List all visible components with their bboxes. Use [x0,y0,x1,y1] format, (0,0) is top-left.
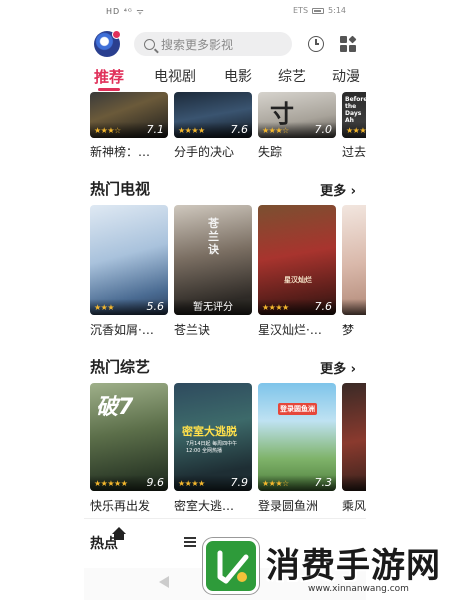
poster-image [342,205,366,315]
poster-image: 破7 ★★★★★ 9.6 [90,383,168,491]
watermark-url: www.xinnanwang.com [308,584,409,594]
poster-air-time: 7月14日起 每周四中午12:00 全网热播 [186,441,238,454]
poster-image: 寸 ★★★☆ 7.0 [258,92,336,138]
site-watermark: 消费手游网 www.xinnanwang.com [200,532,450,600]
tab-tv[interactable]: 电视剧 [154,66,196,86]
tab-anime[interactable]: 动漫 [332,66,360,86]
card-title: 新神榜：… [90,145,151,159]
app-logo-icon[interactable] [94,30,121,57]
card-title: 密室大逃… [174,499,235,513]
history-icon[interactable] [308,36,324,52]
rating-stars: ★★★★★ [94,479,128,488]
no-rating-text: 暂无评分 [193,302,233,313]
rating-score: 7.9 [230,476,249,489]
list-icon[interactable] [184,537,196,547]
app-header: 搜索更多影视 [84,28,366,60]
apps-grid-icon[interactable] [340,35,357,52]
logo-badge [112,30,121,39]
rating-score: 7.0 [314,123,333,136]
rating-score: 7.1 [146,123,165,136]
card-title: 登录圆鱼洲 [258,499,319,513]
tab-variety[interactable]: 综艺 [278,66,306,86]
poster-title-art: 密室大逃脱 [182,425,237,438]
carrier-text: ETS [293,6,309,15]
status-bar: HD ⁴ᴳ ᯤ ETS 5:14 [84,0,366,22]
poster-title-art: 星汉灿烂 [284,276,312,284]
section-title-hot-variety: 热门综艺 [90,358,151,376]
status-right: ETS 5:14 [293,6,346,15]
more-link-hot-tv[interactable]: 更多 › [320,180,356,199]
category-tabs: 推荐 电视剧 电影 综艺 动漫 [84,64,366,92]
signal-indicators: HD ⁴ᴳ ᯤ [106,7,145,16]
rating-score: 7.3 [314,476,333,489]
rating-stars: ★★★☆ [262,479,289,488]
poster-image: 登录圆鱼洲 ★★★☆ 7.3 [258,383,336,491]
poster-title-art: Before the Days Ah [345,96,366,124]
poster-title-art: 破7 [96,395,134,420]
search-placeholder: 搜索更多影视 [161,37,234,52]
poster-image: ★★★★ 7.6 [174,92,252,138]
tab-recommend[interactable]: 推荐 [94,66,124,87]
tab-movie[interactable]: 电影 [224,66,252,86]
poster-image: ★★★☆ 7.1 [90,92,168,138]
rating-score: 9.6 [146,476,165,489]
poster-title-art: 苍兰诀 [208,217,219,256]
controller-logo-icon [203,538,259,594]
back-icon[interactable] [159,576,169,588]
card-title: 失踪 [258,145,283,159]
search-icon [144,38,155,50]
card-title: 星汉灿烂·… [258,323,322,337]
rating-stars: ★★★ [94,303,115,312]
card-title: 乘风 [342,499,366,513]
more-link-hot-variety[interactable]: 更多 › [320,358,356,377]
rating-stars: ★★★★ [178,479,205,488]
poster-title-art: 登录圆鱼洲 [278,403,317,415]
poster-image [342,383,366,491]
rating-score: 7.6 [230,123,249,136]
poster-image: 密室大逃脱 7月14日起 每周四中午12:00 全网热播 ★★★★ 7.9 [174,383,252,491]
poster-image: Before the Days Ah ★★★ [342,92,366,138]
battery-icon [312,7,325,14]
rating-stars: ★★★☆ [94,126,121,135]
active-tab-indicator [98,88,120,91]
rating-score: 7.6 [314,300,333,313]
card-title: 分手的决心 [174,145,235,159]
card-title: 过去 [342,145,366,159]
chevron-right-icon: › [346,184,356,199]
card-title: 快乐再出发 [90,499,151,513]
watermark-text: 消费手游网 [266,546,441,586]
phone-screen: HD ⁴ᴳ ᯤ ETS 5:14 搜索更多影视 推荐 电视剧 电影 综艺 动漫 … [84,0,366,600]
poster-image: 苍兰诀 暂无评分 [174,205,252,315]
rating-stars: ★★★☆ [262,126,289,135]
rating-score: 5.6 [146,300,165,313]
section-title-hot-tv: 热门电视 [90,180,151,198]
search-bar[interactable]: 搜索更多影视 [134,32,292,56]
card-title: 梦 [342,323,355,337]
poster-image: ★★★ 5.6 [90,205,168,315]
chevron-right-icon: › [346,362,356,377]
card-title: 沉香如屑·… [90,323,154,337]
rating-stars: ★★★★ [262,303,289,312]
rating-stars: ★★★ [346,126,366,135]
home-icon[interactable] [112,527,126,541]
rating-stars: ★★★★ [178,126,205,135]
poster-image: 星汉灿烂 ★★★★ 7.6 [258,205,336,315]
clock-time: 5:14 [328,6,346,15]
card-title: 苍兰诀 [174,323,211,337]
